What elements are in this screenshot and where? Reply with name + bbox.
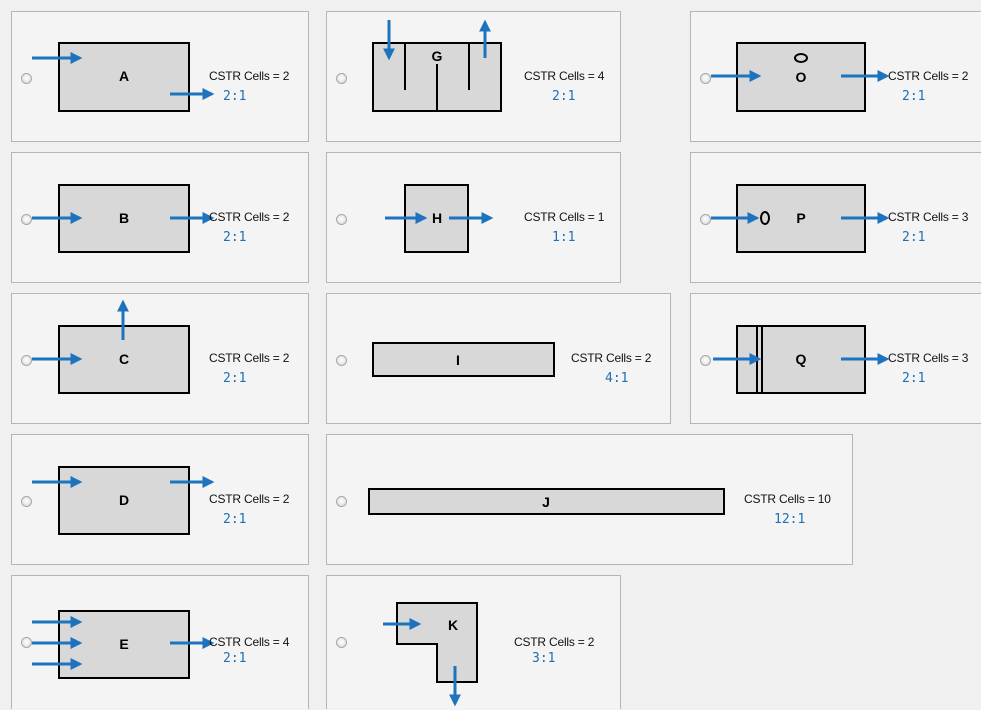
reactor-diagram-q: Q bbox=[713, 325, 890, 394]
option-card-o[interactable]: O CSTR Cells = 2 2:1 bbox=[690, 11, 981, 142]
tank-label-c: C bbox=[119, 351, 129, 367]
aspect-ratio-j: 12:1 bbox=[774, 512, 806, 527]
cstr-cells-label-c: CSTR Cells = 2 bbox=[209, 351, 290, 365]
tank-label-p: P bbox=[796, 210, 805, 226]
tank-label-b: B bbox=[119, 210, 129, 226]
tank-label-k: K bbox=[448, 617, 458, 633]
aspect-ratio-p: 2:1 bbox=[902, 230, 926, 245]
option-card-k[interactable]: K CSTR Cells = 2 3:1 bbox=[326, 575, 621, 709]
cstr-cells-label-i: CSTR Cells = 2 bbox=[571, 351, 652, 365]
tank-label-o: O bbox=[796, 69, 807, 85]
reactor-diagram-i: I bbox=[372, 342, 555, 377]
tank-label-e: E bbox=[119, 636, 128, 652]
option-card-c[interactable]: C CSTR Cells = 2 2:1 bbox=[11, 293, 309, 424]
tank-label-i: I bbox=[456, 352, 460, 368]
option-card-e[interactable]: E CSTR Cells = 4 2:1 bbox=[11, 575, 309, 709]
option-card-a[interactable]: A CSTR Cells = 2 2:1 bbox=[11, 11, 309, 142]
aspect-ratio-c: 2:1 bbox=[223, 371, 247, 386]
cstr-cells-label-k: CSTR Cells = 2 bbox=[514, 635, 595, 649]
reactor-diagram-j: J bbox=[368, 488, 725, 515]
option-card-j[interactable]: J CSTR Cells = 10 12:1 bbox=[326, 434, 853, 565]
aspect-ratio-i: 4:1 bbox=[605, 371, 629, 386]
tank-label-h: H bbox=[432, 210, 442, 226]
reactor-diagram-e: E bbox=[32, 610, 215, 679]
cstr-cells-label-p: CSTR Cells = 3 bbox=[888, 210, 969, 224]
cstr-cells-label-q: CSTR Cells = 3 bbox=[888, 351, 969, 365]
option-card-d[interactable]: D CSTR Cells = 2 2:1 bbox=[11, 434, 309, 565]
tank-label-d: D bbox=[119, 492, 129, 508]
aspect-ratio-d: 2:1 bbox=[223, 512, 247, 527]
aspect-ratio-k: 3:1 bbox=[532, 651, 556, 666]
aspect-ratio-h: 1:1 bbox=[552, 230, 576, 245]
aspect-ratio-o: 2:1 bbox=[902, 89, 926, 104]
reactor-diagram-g: G bbox=[372, 19, 502, 112]
cstr-cells-label-h: CSTR Cells = 1 bbox=[524, 210, 605, 224]
option-card-b[interactable]: B CSTR Cells = 2 2:1 bbox=[11, 152, 309, 283]
reactor-diagram-p: P bbox=[711, 184, 890, 253]
reactor-diagram-k: K bbox=[383, 602, 478, 707]
aspect-ratio-e: 2:1 bbox=[223, 651, 247, 666]
reactor-diagram-d: D bbox=[32, 466, 215, 535]
option-card-p[interactable]: P CSTR Cells = 3 2:1 bbox=[690, 152, 981, 283]
option-card-g[interactable]: G CSTR Cells = 4 2:1 bbox=[326, 11, 621, 142]
tank-label-j: J bbox=[542, 494, 550, 510]
tank-label-a: A bbox=[119, 68, 129, 84]
reactor-diagram-b: B bbox=[32, 184, 215, 253]
reactor-diagram-c: C bbox=[32, 299, 190, 394]
aspect-ratio-g: 2:1 bbox=[552, 89, 576, 104]
aspect-ratio-b: 2:1 bbox=[223, 230, 247, 245]
reactor-diagram-a: A bbox=[32, 42, 215, 112]
cstr-cells-label-g: CSTR Cells = 4 bbox=[524, 69, 605, 83]
cstr-cells-label-e: CSTR Cells = 4 bbox=[209, 635, 290, 649]
aspect-ratio-a: 2:1 bbox=[223, 89, 247, 104]
option-card-h[interactable]: H CSTR Cells = 1 1:1 bbox=[326, 152, 621, 283]
tank-label-g: G bbox=[432, 48, 443, 64]
tank-label-q: Q bbox=[796, 351, 807, 367]
cstr-cells-label-o: CSTR Cells = 2 bbox=[888, 69, 969, 83]
cstr-cells-label-j: CSTR Cells = 10 bbox=[744, 492, 831, 506]
cstr-cells-label-a: CSTR Cells = 2 bbox=[209, 69, 290, 83]
cstr-cells-label-d: CSTR Cells = 2 bbox=[209, 492, 290, 506]
aspect-ratio-q: 2:1 bbox=[902, 371, 926, 386]
reactor-diagram-h: H bbox=[385, 184, 494, 253]
cstr-cells-label-b: CSTR Cells = 2 bbox=[209, 210, 290, 224]
option-card-i[interactable]: I CSTR Cells = 2 4:1 bbox=[326, 293, 671, 424]
reactor-diagram-o: O bbox=[711, 42, 890, 112]
option-card-q[interactable]: Q CSTR Cells = 3 2:1 bbox=[690, 293, 981, 424]
